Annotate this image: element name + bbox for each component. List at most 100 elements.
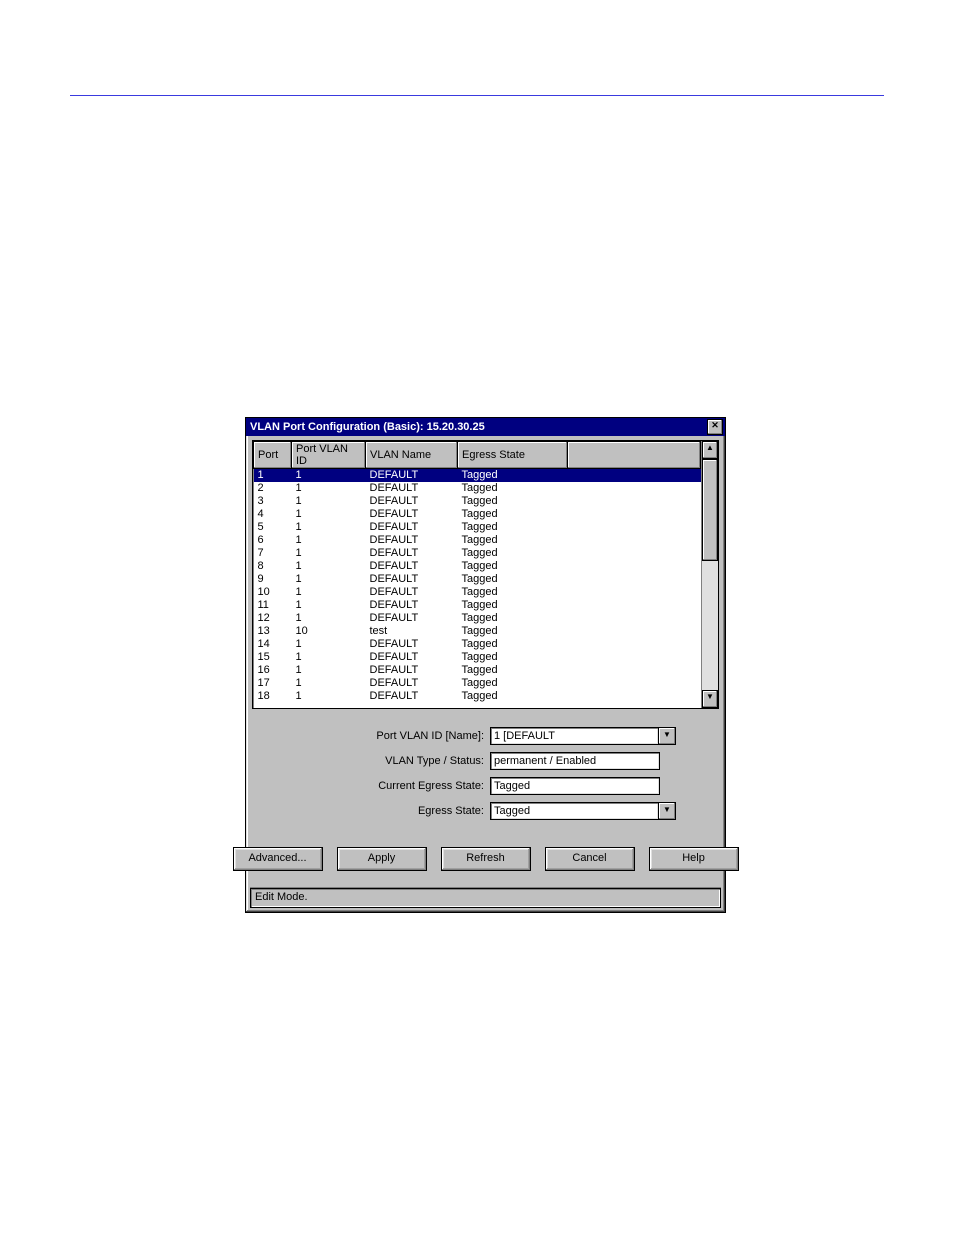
refresh-button[interactable]: Refresh <box>441 847 531 871</box>
advanced-button[interactable]: Advanced... <box>233 847 323 871</box>
table-cell: Tagged <box>458 690 568 703</box>
table-row[interactable]: 91DEFAULTTagged <box>254 573 701 586</box>
table-cell-spacer <box>568 690 701 703</box>
table-cell: 1 <box>292 534 366 547</box>
table-cell: 12 <box>254 612 292 625</box>
table-row[interactable]: 51DEFAULTTagged <box>254 521 701 534</box>
table-cell: 1 <box>292 521 366 534</box>
table-row[interactable]: 121DEFAULTTagged <box>254 612 701 625</box>
table-cell-spacer <box>568 508 701 521</box>
table-cell: 15 <box>254 651 292 664</box>
table-row[interactable]: 161DEFAULTTagged <box>254 664 701 677</box>
table-cell: Tagged <box>458 638 568 651</box>
table-cell: 14 <box>254 638 292 651</box>
table-cell: 1 <box>292 482 366 495</box>
table-cell: Tagged <box>458 547 568 560</box>
col-pvid[interactable]: Port VLAN ID <box>292 442 366 469</box>
table-cell-spacer <box>568 651 701 664</box>
col-egress-state[interactable]: Egress State <box>458 442 568 469</box>
table-cell: Tagged <box>458 664 568 677</box>
table-cell: 1 <box>292 612 366 625</box>
scroll-track[interactable] <box>702 459 718 690</box>
table-cell: 7 <box>254 547 292 560</box>
table-row[interactable]: 1310testTagged <box>254 625 701 638</box>
table-cell: test <box>366 625 458 638</box>
pvid-combo-value[interactable]: 1 [DEFAULT <box>490 727 658 745</box>
table-cell-spacer <box>568 521 701 534</box>
chevron-down-icon[interactable]: ▼ <box>658 802 676 820</box>
egress-state-value[interactable]: Tagged <box>490 802 658 820</box>
table-cell: 3 <box>254 495 292 508</box>
table-cell: DEFAULT <box>366 495 458 508</box>
close-icon[interactable]: ✕ <box>707 419 723 435</box>
col-port[interactable]: Port <box>254 442 292 469</box>
table-cell: DEFAULT <box>366 690 458 703</box>
table-cell-spacer <box>568 534 701 547</box>
egress-state-label: Egress State: <box>260 805 490 817</box>
port-table-container: Port Port VLAN ID VLAN Name Egress State… <box>252 440 719 709</box>
table-cell-spacer <box>568 625 701 638</box>
table-cell: 11 <box>254 599 292 612</box>
table-cell: Tagged <box>458 573 568 586</box>
current-egress-label: Current Egress State: <box>260 780 490 792</box>
table-cell: 18 <box>254 690 292 703</box>
table-cell: Tagged <box>458 599 568 612</box>
table-row[interactable]: 171DEFAULTTagged <box>254 677 701 690</box>
table-cell: 9 <box>254 573 292 586</box>
table-cell: 2 <box>254 482 292 495</box>
table-row[interactable]: 21DEFAULTTagged <box>254 482 701 495</box>
table-cell: 1 <box>292 495 366 508</box>
chevron-down-icon[interactable]: ▼ <box>658 727 676 745</box>
table-cell-spacer <box>568 482 701 495</box>
table-cell: DEFAULT <box>366 638 458 651</box>
table-cell-spacer <box>568 612 701 625</box>
apply-button[interactable]: Apply <box>337 847 427 871</box>
table-cell: 17 <box>254 677 292 690</box>
table-cell: 1 <box>292 664 366 677</box>
table-row[interactable]: 31DEFAULTTagged <box>254 495 701 508</box>
table-row[interactable]: 141DEFAULTTagged <box>254 638 701 651</box>
table-cell: Tagged <box>458 560 568 573</box>
table-row[interactable]: 181DEFAULTTagged <box>254 690 701 703</box>
table-cell-spacer <box>568 560 701 573</box>
titlebar[interactable]: VLAN Port Configuration (Basic): 15.20.3… <box>246 418 725 436</box>
table-cell: 10 <box>254 586 292 599</box>
table-cell: DEFAULT <box>366 599 458 612</box>
help-button[interactable]: Help <box>649 847 739 871</box>
scroll-up-icon[interactable]: ▲ <box>702 441 718 459</box>
scroll-down-icon[interactable]: ▼ <box>702 690 718 708</box>
table-cell: DEFAULT <box>366 612 458 625</box>
table-row[interactable]: 11DEFAULTTagged <box>254 469 701 483</box>
table-row[interactable]: 151DEFAULTTagged <box>254 651 701 664</box>
table-cell: 1 <box>254 469 292 483</box>
table-cell: 6 <box>254 534 292 547</box>
scroll-thumb[interactable] <box>702 459 718 561</box>
vertical-scrollbar[interactable]: ▲ ▼ <box>701 441 718 708</box>
table-cell: 1 <box>292 560 366 573</box>
table-row[interactable]: 101DEFAULTTagged <box>254 586 701 599</box>
table-row[interactable]: 81DEFAULTTagged <box>254 560 701 573</box>
table-cell-spacer <box>568 599 701 612</box>
table-cell: DEFAULT <box>366 573 458 586</box>
table-cell: 1 <box>292 677 366 690</box>
pvid-combo[interactable]: 1 [DEFAULT ▼ <box>490 727 676 745</box>
table-cell: 1 <box>292 547 366 560</box>
table-cell: Tagged <box>458 495 568 508</box>
table-row[interactable]: 41DEFAULTTagged <box>254 508 701 521</box>
table-cell: DEFAULT <box>366 547 458 560</box>
table-row[interactable]: 61DEFAULTTagged <box>254 534 701 547</box>
port-table[interactable]: Port Port VLAN ID VLAN Name Egress State… <box>253 441 701 703</box>
table-cell: Tagged <box>458 677 568 690</box>
table-row[interactable]: 71DEFAULTTagged <box>254 547 701 560</box>
table-cell: Tagged <box>458 482 568 495</box>
cancel-button[interactable]: Cancel <box>545 847 635 871</box>
table-cell: DEFAULT <box>366 482 458 495</box>
col-spacer <box>568 442 701 469</box>
egress-state-combo[interactable]: Tagged ▼ <box>490 802 676 820</box>
col-vlan-name[interactable]: VLAN Name <box>366 442 458 469</box>
table-cell: DEFAULT <box>366 664 458 677</box>
table-row[interactable]: 111DEFAULTTagged <box>254 599 701 612</box>
table-cell: 5 <box>254 521 292 534</box>
table-cell: 10 <box>292 625 366 638</box>
table-cell: 4 <box>254 508 292 521</box>
